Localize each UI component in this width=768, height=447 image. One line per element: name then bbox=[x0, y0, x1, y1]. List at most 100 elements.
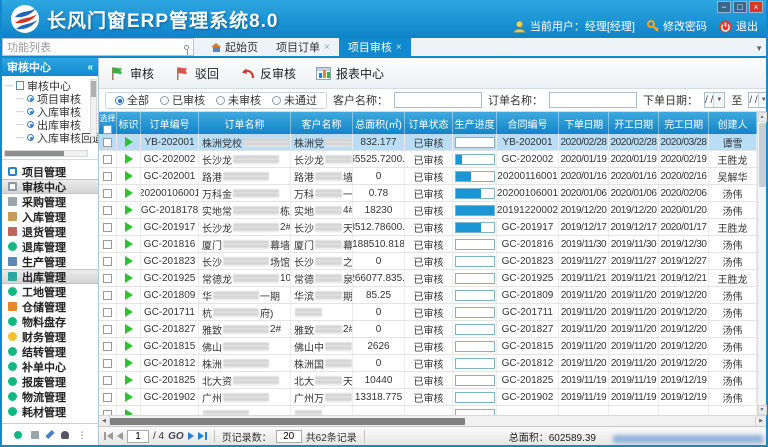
sidebar-module[interactable]: 结转管理 bbox=[2, 344, 98, 359]
column-order-name[interactable]: 订单名称 bbox=[199, 112, 291, 134]
sidebar-module[interactable]: 采购管理 bbox=[2, 194, 98, 209]
sidebar-module[interactable]: 退货管理 bbox=[2, 224, 98, 239]
table-row[interactable]: GC-201917 长沙龙2# 长沙天.. 8512.78600.. 已审核 G… bbox=[99, 219, 757, 236]
logout-button[interactable]: 退出 bbox=[719, 18, 758, 34]
table-row[interactable]: GC-202002 长沙龙 长沙龙员.. 65525.7200.. 已审核 GC… bbox=[99, 151, 757, 168]
unaudit-button[interactable]: 反审核 bbox=[239, 65, 296, 82]
sidebar-module[interactable]: 物流管理 bbox=[2, 389, 98, 404]
column-order-no[interactable]: 订单编号 bbox=[141, 112, 199, 134]
order-date-to-picker[interactable]: / / ▼ bbox=[748, 92, 766, 108]
table-row[interactable]: GC-201809 华一期 华滨期 85.25 已审核 GC-201809 20… bbox=[99, 287, 757, 304]
last-page-button[interactable] bbox=[198, 432, 207, 440]
column-progress[interactable]: 生产进度 bbox=[453, 112, 497, 134]
table-row[interactable]: YB-202001 株洲党校 株洲党员.. 832.177 已审核 YB-202… bbox=[99, 134, 757, 151]
table-row[interactable] bbox=[99, 406, 757, 415]
table-row[interactable]: GC-201925 常德龙10 常德泉.. 266077.835.. 已审核 G… bbox=[99, 270, 757, 287]
vertical-scroll-thumb[interactable] bbox=[759, 123, 766, 187]
row-checkbox[interactable] bbox=[103, 342, 112, 351]
scroll-down-icon[interactable]: ▼ bbox=[758, 405, 767, 415]
table-row[interactable]: GC-201816 厦门幕墙 厦门幕墙 188510.818 已审核 GC-20… bbox=[99, 236, 757, 253]
tab-overflow-icon[interactable]: ▼ bbox=[755, 44, 763, 53]
tab[interactable]: 项目审核 × bbox=[339, 38, 411, 56]
scroll-up-icon[interactable]: ▲ bbox=[758, 112, 767, 122]
sidebar-module[interactable]: 审核中心 bbox=[2, 179, 98, 194]
tree-horizontal-scrollbar[interactable] bbox=[4, 150, 88, 157]
column-status[interactable]: 订单状态 bbox=[405, 112, 453, 134]
radio-audited[interactable]: 已审核 bbox=[160, 92, 205, 108]
row-checkbox[interactable] bbox=[103, 172, 112, 181]
column-contract-no[interactable]: 合同编号 bbox=[497, 112, 559, 134]
reject-button[interactable]: 驳回 bbox=[174, 65, 219, 82]
row-checkbox[interactable] bbox=[103, 206, 112, 215]
tab[interactable]: 项目订单 × bbox=[267, 38, 339, 56]
column-start-date[interactable]: 开工日期 bbox=[609, 112, 659, 134]
sidebar-module[interactable]: 生产管理 bbox=[2, 254, 98, 269]
row-checkbox[interactable] bbox=[103, 223, 112, 232]
tree-item[interactable]: — 入库审核回退 bbox=[5, 131, 89, 144]
row-checkbox[interactable] bbox=[103, 376, 112, 385]
page-number-input[interactable] bbox=[127, 430, 149, 443]
row-checkbox[interactable] bbox=[103, 308, 112, 317]
sidebar-module[interactable]: 项目管理 bbox=[2, 164, 98, 179]
row-checkbox[interactable] bbox=[103, 291, 112, 300]
cart-icon[interactable] bbox=[31, 431, 39, 439]
change-password-button[interactable]: 修改密码 bbox=[647, 18, 707, 34]
column-order-date[interactable]: 下单日期 bbox=[559, 112, 609, 134]
radio-all[interactable]: 全部 bbox=[115, 92, 149, 108]
sidebar-module[interactable]: 补单中心 bbox=[2, 359, 98, 374]
table-row[interactable]: GC-201827 雅致2# 雅致2# 0 已审核 GC-201827 2019… bbox=[99, 321, 757, 338]
row-checkbox[interactable] bbox=[103, 155, 112, 164]
table-row[interactable]: GC-2018178 实地常栋 实地4#.. 18230 已审核 2019122… bbox=[99, 202, 757, 219]
scroll-left-icon[interactable]: ◀ bbox=[99, 416, 110, 427]
sidebar-module[interactable]: 物料盘存 bbox=[2, 314, 98, 329]
sidebar-module[interactable]: 仓储管理 bbox=[2, 299, 98, 314]
collapse-icon[interactable]: « bbox=[87, 62, 93, 73]
order-date-from-picker[interactable]: / / ▼ bbox=[704, 92, 725, 108]
maximize-button[interactable]: □ bbox=[733, 1, 747, 13]
sidebar-module[interactable]: 入库管理 bbox=[2, 209, 98, 224]
column-creator[interactable]: 创建人 bbox=[709, 112, 757, 134]
pin-icon[interactable] bbox=[184, 45, 189, 50]
chevron-down-icon[interactable]: ▼ bbox=[713, 93, 724, 107]
row-checkbox[interactable] bbox=[103, 257, 112, 266]
radio-failed[interactable]: 未通过 bbox=[272, 92, 317, 108]
table-row[interactable]: GC-201711 杭府) 0 已审核 GC-201711 2019/11/20… bbox=[99, 304, 757, 321]
close-button[interactable]: × bbox=[749, 1, 763, 13]
scroll-right-icon[interactable]: ▶ bbox=[755, 416, 766, 427]
table-row[interactable]: GC-201823 长沙场馆 长沙之.. 0 已审核 GC-201823 201… bbox=[99, 253, 757, 270]
table-horizontal-scrollbar[interactable]: ◀ ▶ bbox=[99, 415, 766, 426]
pen-icon[interactable] bbox=[45, 430, 54, 439]
prev-page-button[interactable] bbox=[117, 432, 123, 440]
table-row[interactable]: GC-201825 北大资 北大天.. 10440 已审核 GC-201825 … bbox=[99, 372, 757, 389]
more-icon[interactable]: ⋮ bbox=[78, 431, 87, 439]
row-checkbox[interactable] bbox=[103, 393, 112, 402]
column-finish-date[interactable]: 完工日期 bbox=[659, 112, 709, 134]
column-customer[interactable]: 客户名称 bbox=[291, 112, 353, 134]
column-flag[interactable]: 标识 bbox=[117, 112, 141, 134]
radio-unaudited[interactable]: 未审核 bbox=[216, 92, 261, 108]
table-row[interactable]: GC-201812 株洲 株洲国未来 0 已审核 GC-201812 2019/… bbox=[99, 355, 757, 372]
sidebar-module[interactable]: 退库管理 bbox=[2, 239, 98, 254]
row-checkbox[interactable] bbox=[103, 274, 112, 283]
first-page-button[interactable] bbox=[104, 432, 113, 440]
row-checkbox[interactable] bbox=[103, 189, 112, 198]
dot-icon[interactable] bbox=[14, 431, 22, 439]
minimize-button[interactable]: − bbox=[717, 1, 731, 13]
go-button[interactable]: GO bbox=[168, 431, 184, 442]
report-center-button[interactable]: 报表中心 bbox=[316, 65, 384, 82]
sidebar-panel-header[interactable]: 审核中心 « bbox=[2, 58, 98, 76]
page-size-input[interactable] bbox=[276, 430, 302, 443]
column-area[interactable]: 总面积(㎡) bbox=[353, 112, 405, 134]
next-page-button[interactable] bbox=[188, 432, 194, 440]
row-checkbox[interactable] bbox=[103, 359, 112, 368]
sidebar-module[interactable]: 出库管理 bbox=[2, 269, 98, 284]
audit-button[interactable]: 审核 bbox=[109, 65, 154, 82]
sidebar-module[interactable]: 报废管理 bbox=[2, 374, 98, 389]
row-checkbox[interactable] bbox=[103, 138, 112, 147]
sidebar-module[interactable]: 工地管理 bbox=[2, 284, 98, 299]
customer-name-input[interactable] bbox=[394, 92, 482, 108]
row-checkbox[interactable] bbox=[103, 410, 112, 416]
tree-vertical-scrollbar[interactable] bbox=[90, 79, 97, 137]
horizontal-scroll-thumb[interactable] bbox=[110, 418, 465, 425]
table-row[interactable]: GC-201902 广州 广州万森林 13318.775 已审核 GC-2019… bbox=[99, 389, 757, 406]
